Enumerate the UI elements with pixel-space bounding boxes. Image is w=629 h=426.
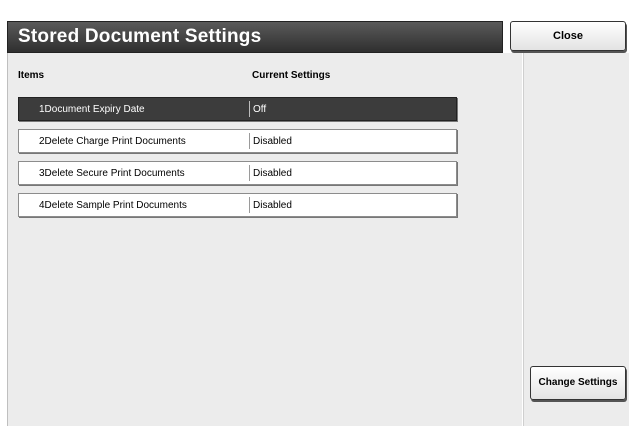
row-item-label: 1Document Expiry Date: [39, 104, 145, 115]
column-header-items: Items: [18, 70, 45, 81]
settings-row-document-expiry-date[interactable]: 1Document Expiry Date Off: [18, 97, 457, 121]
page-title: Stored Document Settings: [18, 26, 262, 47]
column-divider: [249, 101, 250, 117]
column-divider: [249, 133, 250, 149]
row-current-value: Disabled: [253, 200, 292, 211]
row-current-value: Off: [253, 104, 267, 115]
row-current-value: Disabled: [253, 168, 292, 179]
row-item-label: 2Delete Charge Print Documents: [39, 136, 186, 147]
title-bar: Stored Document Settings: [7, 21, 503, 53]
settings-row-delete-secure-print-documents[interactable]: 3Delete Secure Print Documents Disabled: [18, 161, 457, 185]
column-divider: [249, 197, 250, 213]
settings-row-delete-sample-print-documents[interactable]: 4Delete Sample Print Documents Disabled: [18, 193, 457, 217]
change-settings-button[interactable]: Change Settings: [530, 366, 626, 400]
column-divider: [249, 165, 250, 181]
close-button[interactable]: Close: [510, 21, 626, 51]
row-current-value: Disabled: [253, 136, 292, 147]
settings-row-delete-charge-print-documents[interactable]: 2Delete Charge Print Documents Disabled: [18, 129, 457, 153]
row-item-label: 3Delete Secure Print Documents: [39, 168, 185, 179]
column-header-current-settings: Current Settings: [252, 70, 331, 81]
row-item-label: 4Delete Sample Print Documents: [39, 200, 187, 211]
